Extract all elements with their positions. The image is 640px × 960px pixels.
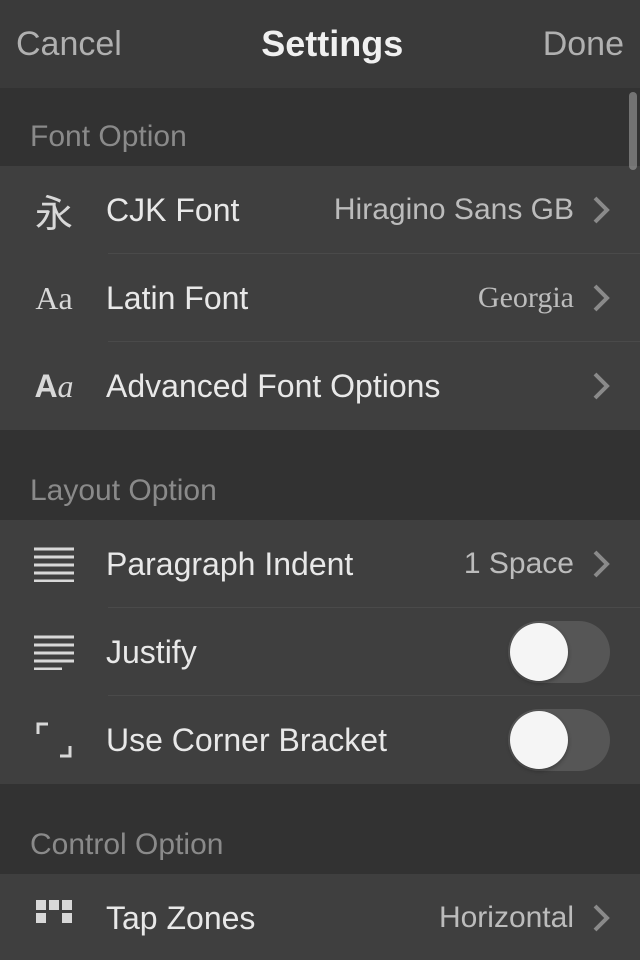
row-advanced-font[interactable]: Aa Advanced Font Options (0, 342, 640, 430)
row-latin-font[interactable]: Aa Latin Font Georgia (0, 254, 640, 342)
chevron-right-icon (592, 195, 610, 225)
corner-bracket-toggle[interactable] (508, 709, 610, 771)
justify-toggle[interactable] (508, 621, 610, 683)
chevron-right-icon (592, 371, 610, 401)
section-header-control: Control Option (0, 784, 640, 874)
row-label: Paragraph Indent (106, 546, 464, 583)
row-justify: Justify (0, 608, 640, 696)
row-value: Hiragino Sans GB (334, 193, 574, 227)
cancel-button[interactable]: Cancel (16, 25, 122, 64)
chevron-right-icon (592, 549, 610, 579)
row-corner-bracket: Use Corner Bracket (0, 696, 640, 784)
corner-bracket-icon (30, 716, 78, 764)
row-label: Tap Zones (106, 900, 439, 937)
aa-bold-icon: Aa (30, 362, 78, 410)
row-value: Horizontal (439, 901, 574, 935)
tap-zones-icon (30, 894, 78, 942)
header-bar: Cancel Settings Done (0, 0, 640, 88)
done-button[interactable]: Done (543, 25, 624, 64)
section-header-font: Font Option (0, 88, 640, 166)
row-tap-zones[interactable]: Tap Zones Horizontal (0, 874, 640, 960)
chevron-right-icon (592, 283, 610, 313)
row-label: Justify (106, 634, 508, 671)
justify-icon (30, 628, 78, 676)
content-scroll[interactable]: Font Option 永 CJK Font Hiragino Sans GB … (0, 88, 640, 960)
toggle-knob (510, 711, 568, 769)
row-label: Advanced Font Options (106, 368, 592, 405)
row-cjk-font[interactable]: 永 CJK Font Hiragino Sans GB (0, 166, 640, 254)
indent-icon (30, 540, 78, 588)
row-paragraph-indent[interactable]: Paragraph Indent 1 Space (0, 520, 640, 608)
row-value: 1 Space (464, 547, 574, 581)
row-label: CJK Font (106, 192, 334, 229)
aa-glyph-icon: Aa (30, 274, 78, 322)
row-value: Georgia (478, 281, 574, 315)
toggle-knob (510, 623, 568, 681)
chevron-right-icon (592, 903, 610, 933)
scrollbar-thumb[interactable] (629, 92, 637, 170)
cjk-glyph-icon: 永 (30, 186, 78, 234)
page-title: Settings (261, 23, 403, 65)
row-label: Use Corner Bracket (106, 722, 508, 759)
row-label: Latin Font (106, 280, 478, 317)
section-header-layout: Layout Option (0, 430, 640, 520)
